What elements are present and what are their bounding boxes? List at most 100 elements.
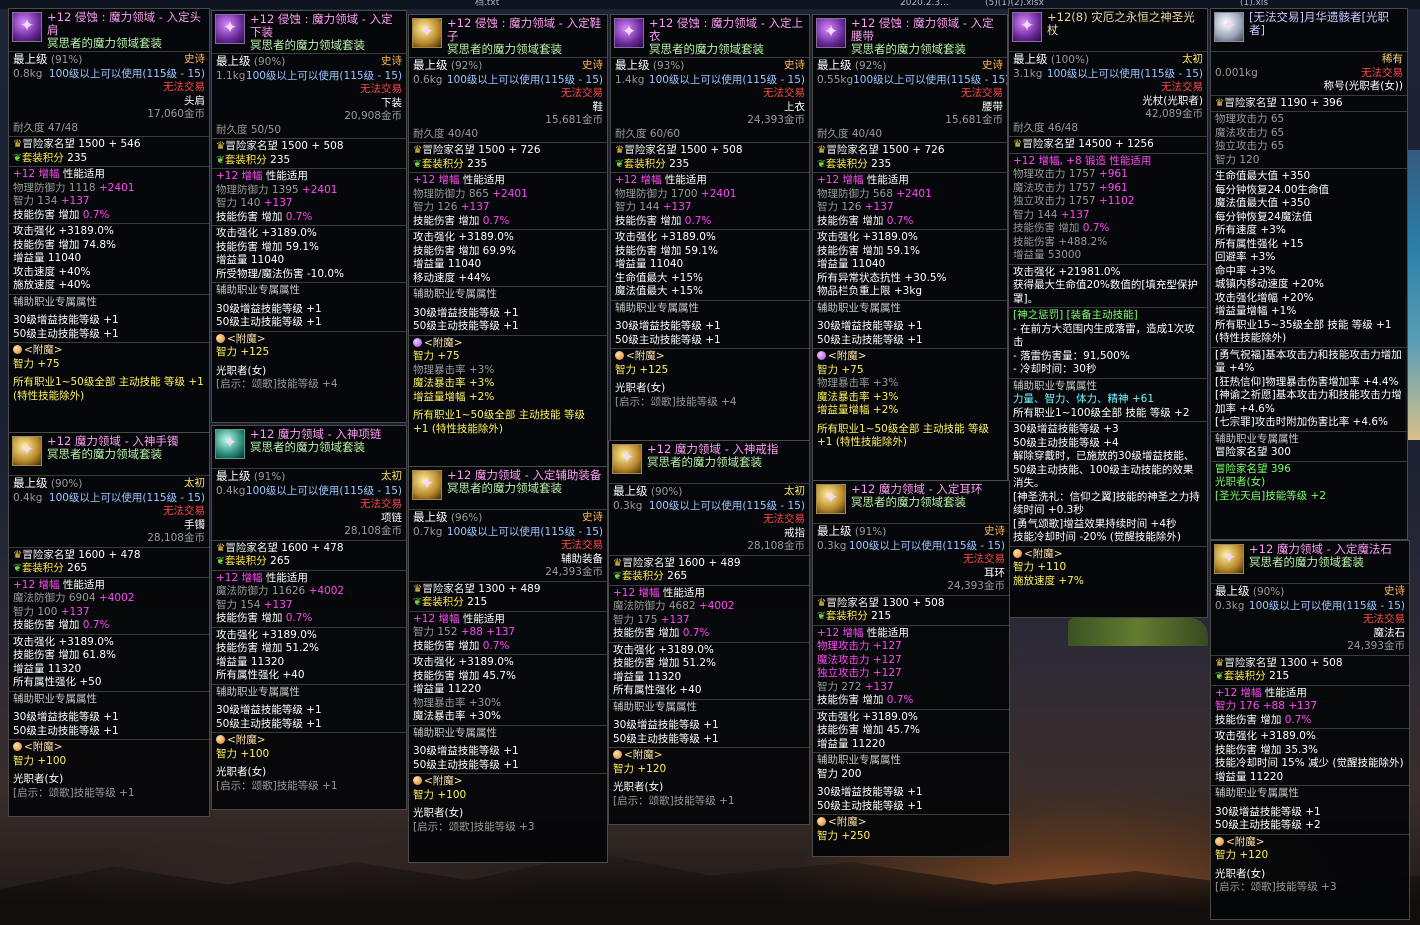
stat-line: 增益量 53000: [1013, 249, 1082, 261]
level-requirement: 100级以上可以使用(115级 - 15): [48, 67, 205, 80]
stat-line: 增益量 11040: [817, 258, 886, 270]
stat-line: 攻击强化 +3189.0%: [13, 635, 114, 648]
enchant-label: <附魔>: [828, 816, 867, 828]
item-weight: 0.4kg: [216, 484, 246, 497]
durability: 耐久度 46/48: [1013, 121, 1079, 134]
skill-dmg-value: 0.7%: [886, 214, 914, 227]
file-tab[interactable]: 档.txt: [475, 0, 499, 11]
atk-stat: 物理攻击力 +127: [817, 640, 902, 652]
set-points-value: 235: [669, 157, 690, 170]
enchant-label: <附魔>: [626, 350, 665, 362]
item-price: 28,108金币: [147, 532, 205, 544]
item-grade: 最上级: [1013, 52, 1048, 66]
level-requirement: 100级以上可以使用(115级 - 15): [853, 73, 1008, 86]
atk-stat: 独立攻击力 1757: [1013, 195, 1096, 207]
fame-value: 1500 + 726: [478, 144, 541, 156]
fame-label: 冒险家名望: [22, 138, 75, 150]
bonus-line: [圣光天启]技能等级 +2: [1215, 489, 1327, 502]
item-set-name: 冥思者的魔力领域套装: [47, 447, 162, 461]
hint-line: [启示：颂歌]技能等级 +3: [413, 820, 535, 833]
defense-stat: 魔法防御力 6904: [13, 592, 96, 604]
skill-line: 30级增益技能等级 +1: [817, 786, 923, 798]
item-rarity: 史诗: [982, 59, 1003, 71]
item-name: +12 侵蚀 : 魔力领域 - 入定头肩: [47, 10, 202, 37]
amp-label: +12 增幅: [1215, 686, 1262, 699]
defense-stat: 物理防御力 1700: [615, 187, 698, 200]
trade-status: 无法交易: [763, 87, 805, 99]
background-mountains: [0, 853, 1420, 925]
item-weight: 0.55kg: [817, 73, 854, 86]
leaf-icon: ❦: [615, 157, 624, 170]
int-bonus: +137: [660, 613, 690, 626]
fame-icon: ♛: [817, 144, 827, 156]
atk-bonus: +961: [1098, 181, 1128, 194]
stat-line: 攻击强化 +3189.0%: [613, 643, 714, 656]
item-tooltip-shoes: ✦ +12 侵蚀 : 魔力领域 - 入定鞋子 冥思者的魔力领域套装 最上级 (9…: [408, 14, 608, 469]
perf-label: 性能适用: [866, 174, 909, 186]
trade-status: 无法交易: [963, 553, 1005, 565]
skill-line: 30级增益技能等级 +1: [13, 314, 119, 326]
skill-dmg-value: 0.7%: [285, 612, 313, 624]
fame-value: 14500 + 1256: [1078, 138, 1154, 150]
item-grade: 最上级: [216, 469, 251, 483]
defense-stat: 物理防御力 1118: [13, 181, 96, 194]
stat-line: 增益量 11220: [413, 683, 482, 695]
enchant-value: 智力 +75: [817, 363, 864, 376]
item-price: 20,908金币: [344, 110, 402, 122]
enchant-label: <附魔>: [24, 344, 63, 356]
atk-bonus: +1102: [1098, 195, 1135, 207]
item-set-name: 冥思者的魔力领域套装: [250, 440, 365, 454]
skill-dmg-label: 技能伤害 增加: [413, 214, 480, 227]
bonus-line: 冒险家名望 396: [1215, 462, 1291, 475]
set-points-label: 套装积分: [21, 151, 64, 164]
support-title: 辅助职业专属属性: [817, 301, 901, 314]
leaf-icon: ❦: [13, 562, 22, 574]
perf-label: 性能适用: [1264, 686, 1307, 699]
item-slot: 耳环: [984, 566, 1005, 579]
fame-value: 1190 + 396: [1280, 96, 1343, 109]
level-requirement: 100级以上可以使用(115级 - 15): [648, 73, 805, 86]
enchant-value: 智力 +100: [413, 788, 467, 801]
item-grade: 最上级: [413, 58, 448, 72]
fame-icon: ♛: [13, 138, 23, 150]
stat-line: 技能伤害 增加 35.3%: [1215, 743, 1319, 756]
item-price: 24,393金币: [1347, 640, 1405, 652]
level-requirement: 100级以上可以使用(115级 - 15): [648, 499, 805, 512]
stat-line: 技能伤害 增加 61.8%: [13, 649, 117, 661]
stat-line: 攻击强化 +3189.0%: [216, 227, 317, 239]
file-tab[interactable]: 2020.2.3...: [900, 0, 949, 11]
stat-line: 技能伤害 增加 51.2%: [216, 642, 320, 654]
item-set-name: 冥思者的魔力领域套装: [250, 38, 365, 52]
stat-line: 魔法暴击率 +30%: [413, 710, 501, 722]
item-price: 24,393金币: [947, 580, 1005, 592]
enchant-value: 智力 +110: [1013, 561, 1067, 573]
job-label: 光职者(女): [613, 781, 664, 793]
stat-line: 所有属性强化 +50: [13, 676, 102, 688]
leaf-icon: ❦: [613, 570, 622, 582]
fame-icon: ♛: [1215, 656, 1225, 669]
stat-line: 技能伤害 增加 59.1%: [817, 244, 921, 257]
durability: 耐久度 47/48: [13, 121, 79, 134]
skill-line: 50级主动技能等级 +1: [615, 333, 721, 346]
defense-stat: 魔法防御力 4682: [613, 600, 696, 612]
fame-label: 冒险家名望: [422, 582, 475, 595]
stat-line: 魔法值最大值 +350: [1215, 197, 1311, 209]
magicstone-item-icon: ✦: [1214, 544, 1244, 574]
leaf-icon: ❦: [413, 596, 422, 608]
skill-title: [神之惩罚] [装备主动技能]: [1013, 309, 1138, 321]
stat-line: 技能冷却时间 15% 减少 (觉醒技能除外): [1215, 757, 1404, 769]
set-points-label: 套装积分: [421, 596, 464, 608]
perf-label: 性能适用: [662, 586, 705, 599]
item-tooltip-magicstone: ✦ +12 魔力领域 - 入定魔法石 冥思者的魔力领域套装 最上级 (90%) 史…: [1210, 540, 1410, 920]
stat-line: 增益量 11320: [613, 670, 682, 683]
item-price: 42,089金币: [1145, 108, 1203, 120]
item-slot: 魔法石: [1373, 626, 1406, 639]
fame-label: 冒险家名望: [225, 140, 278, 152]
stat-line: 独立攻击力 65: [1215, 140, 1285, 152]
set-points-value: 235: [67, 151, 88, 164]
item-name: +12 侵蚀 : 魔力领域 - 入定下装: [250, 12, 393, 39]
item-slot: 戒指: [784, 526, 805, 539]
item-price: 15,681金币: [945, 114, 1003, 126]
stat-line: 技能伤害 增加 59.1%: [216, 240, 320, 253]
item-rarity: 稀有: [1382, 53, 1403, 65]
